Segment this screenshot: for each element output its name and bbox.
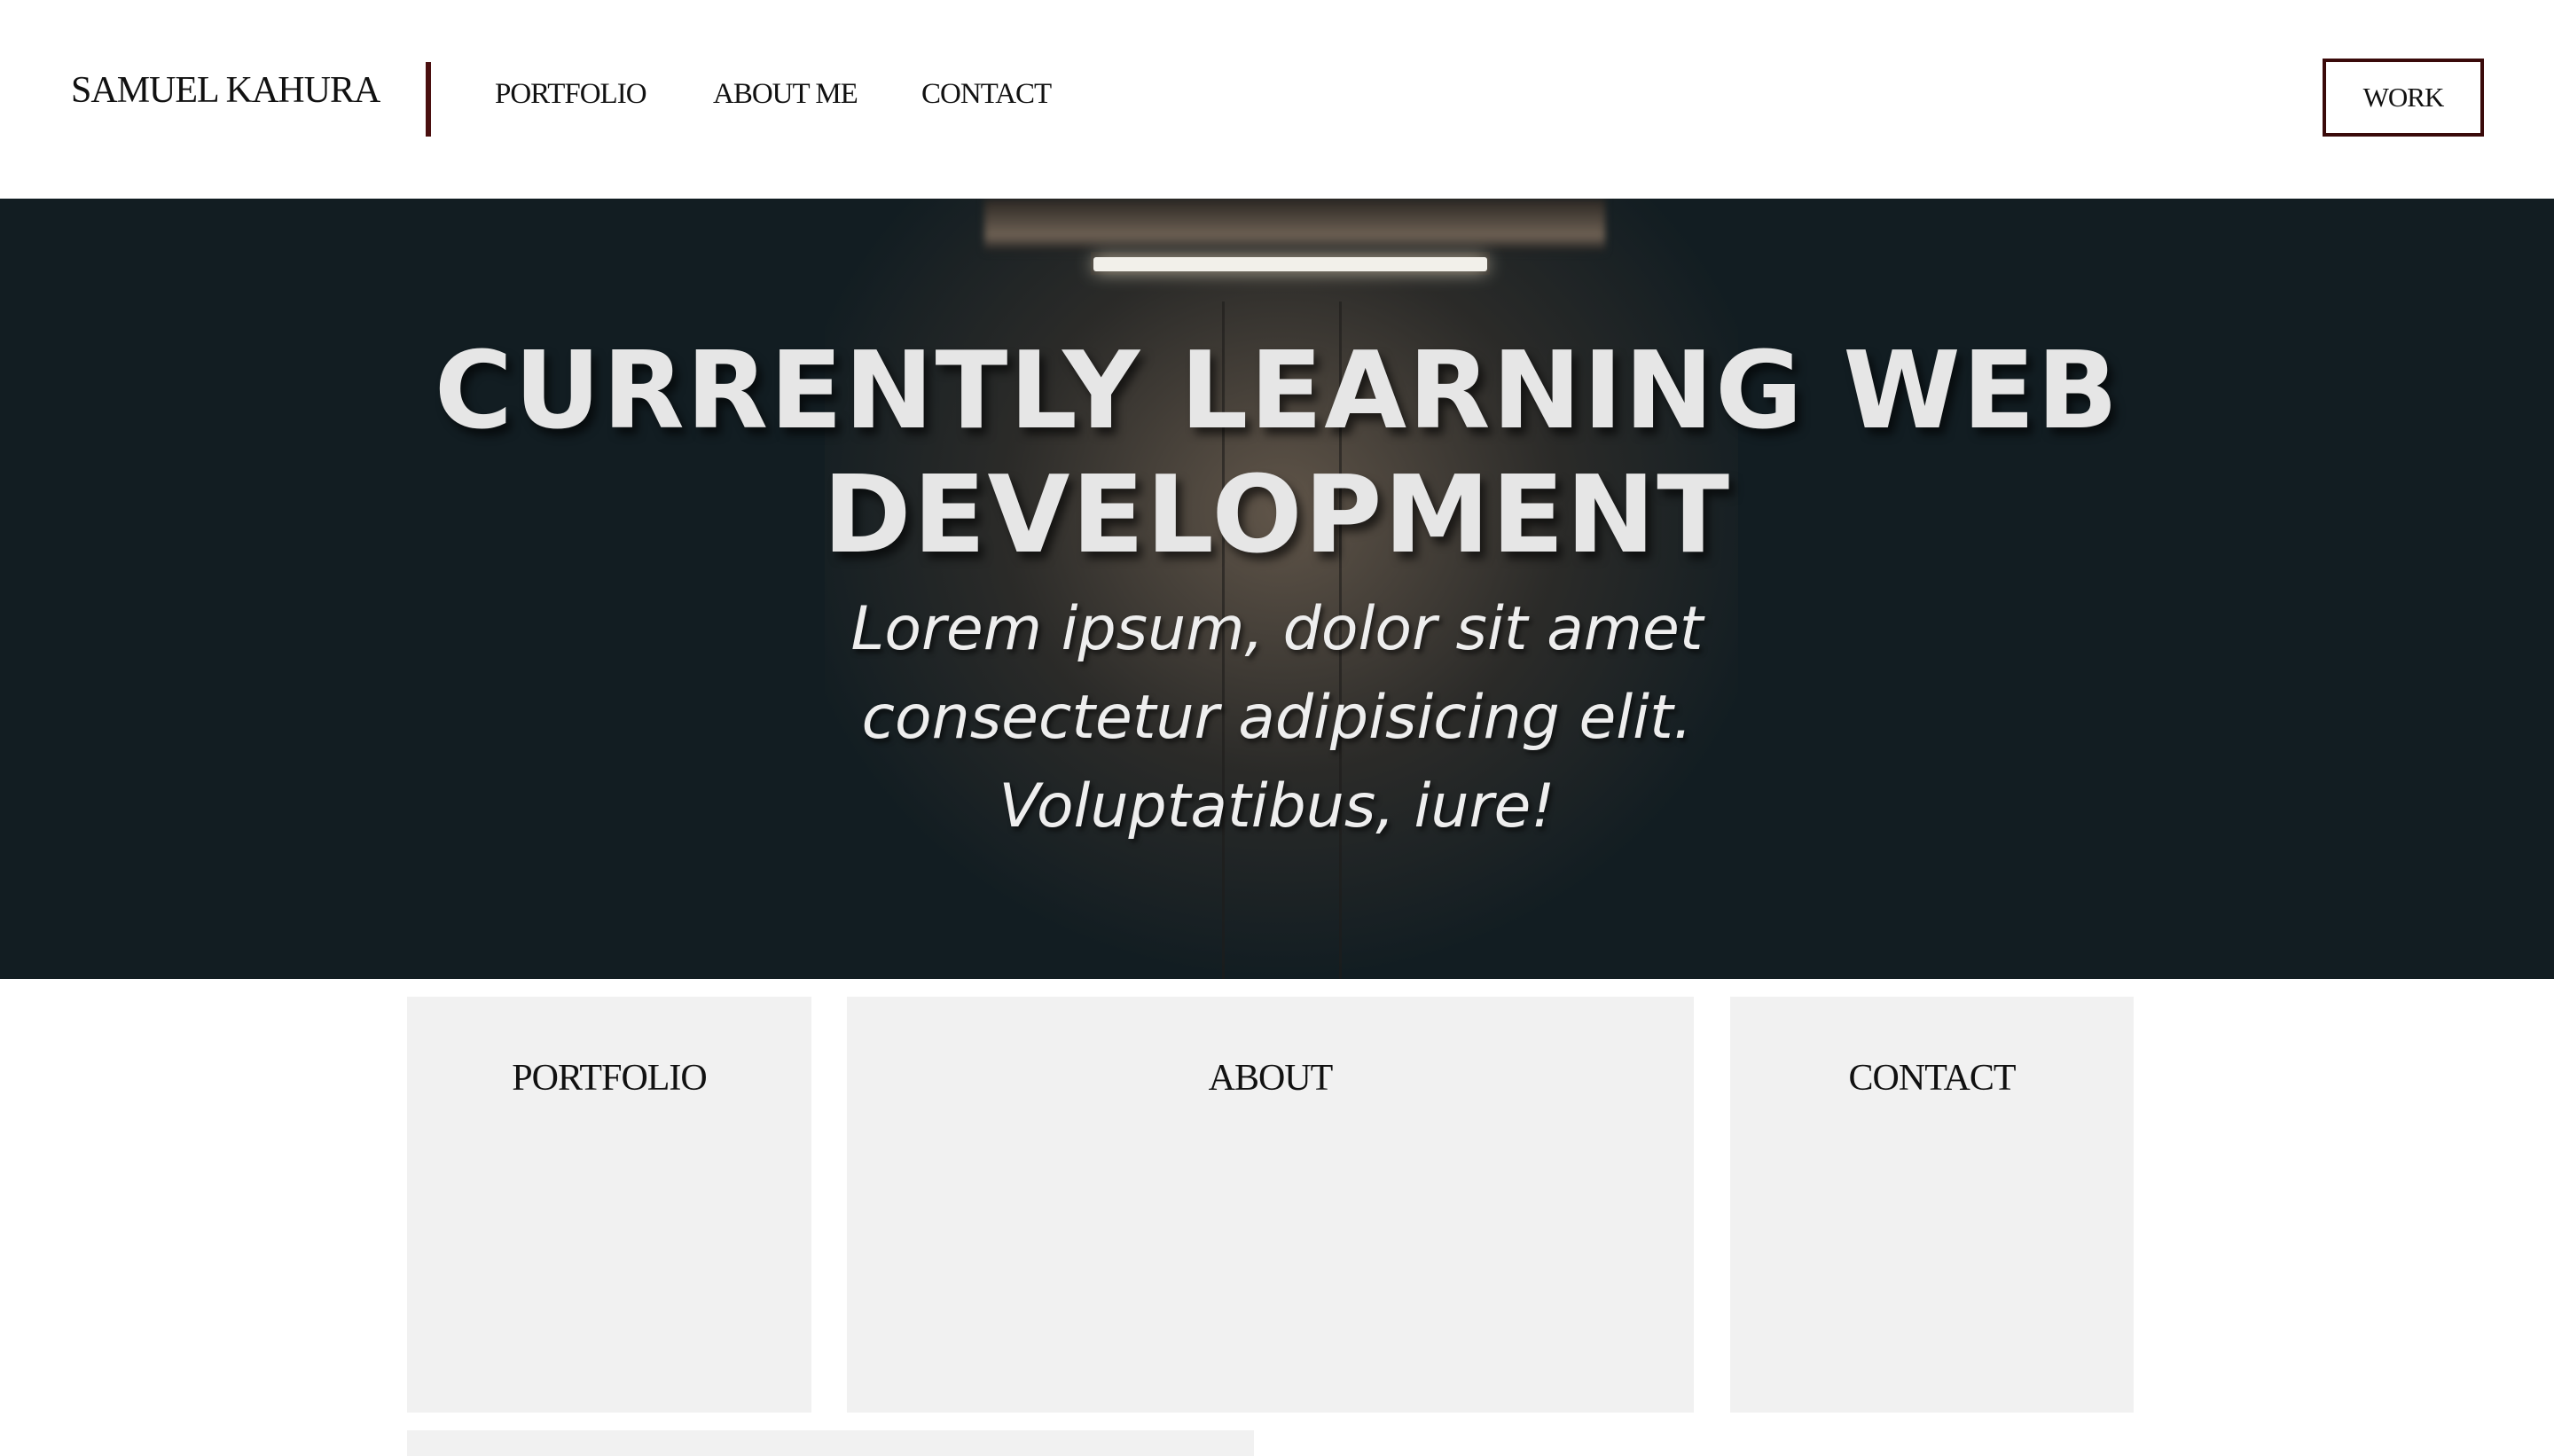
nav-contact[interactable]: CONTACT: [921, 78, 1052, 111]
next-section-card: [407, 1430, 1254, 1456]
hero-title: CURRENTLY LEARNING WEB DEVELOPMENT: [0, 330, 2554, 578]
hero-title-line-1: CURRENTLY LEARNING WEB: [434, 330, 2120, 453]
portfolio-card[interactable]: PORTFOLIO: [407, 997, 811, 1413]
card-title: ABOUT: [1208, 1058, 1334, 1099]
contact-card[interactable]: CONTACT: [1730, 997, 2134, 1413]
nav-about-me[interactable]: ABOUT ME: [713, 78, 858, 111]
header-divider: [426, 62, 431, 137]
hero-banner: CURRENTLY LEARNING WEB DEVELOPMENT Lorem…: [0, 199, 2554, 979]
hero-title-line-2: DEVELOPMENT: [822, 454, 1732, 577]
about-card[interactable]: ABOUT: [847, 997, 1694, 1413]
nav-portfolio[interactable]: PORTFOLIO: [495, 78, 647, 111]
hero-subtitle-line: Voluptatibus, iure!: [999, 771, 1555, 842]
brand-logo[interactable]: SAMUEL KAHURA: [71, 69, 380, 112]
fluorescent-light: [1093, 257, 1487, 271]
card-title: PORTFOLIO: [512, 1058, 708, 1099]
work-button[interactable]: WORK: [2323, 59, 2484, 137]
hero-subtitle-line: consectetur adipisicing elit.: [861, 683, 1693, 753]
hero-subtitle-line: Lorem ipsum, dolor sit amet: [850, 594, 1704, 664]
site-header: SAMUEL KAHURA PORTFOLIO ABOUT ME CONTACT…: [0, 0, 2554, 199]
card-title: CONTACT: [1848, 1058, 2017, 1099]
hero-ceiling: [984, 199, 1605, 252]
hero-subtitle: Lorem ipsum, dolor sit amet consectetur …: [0, 585, 2554, 851]
